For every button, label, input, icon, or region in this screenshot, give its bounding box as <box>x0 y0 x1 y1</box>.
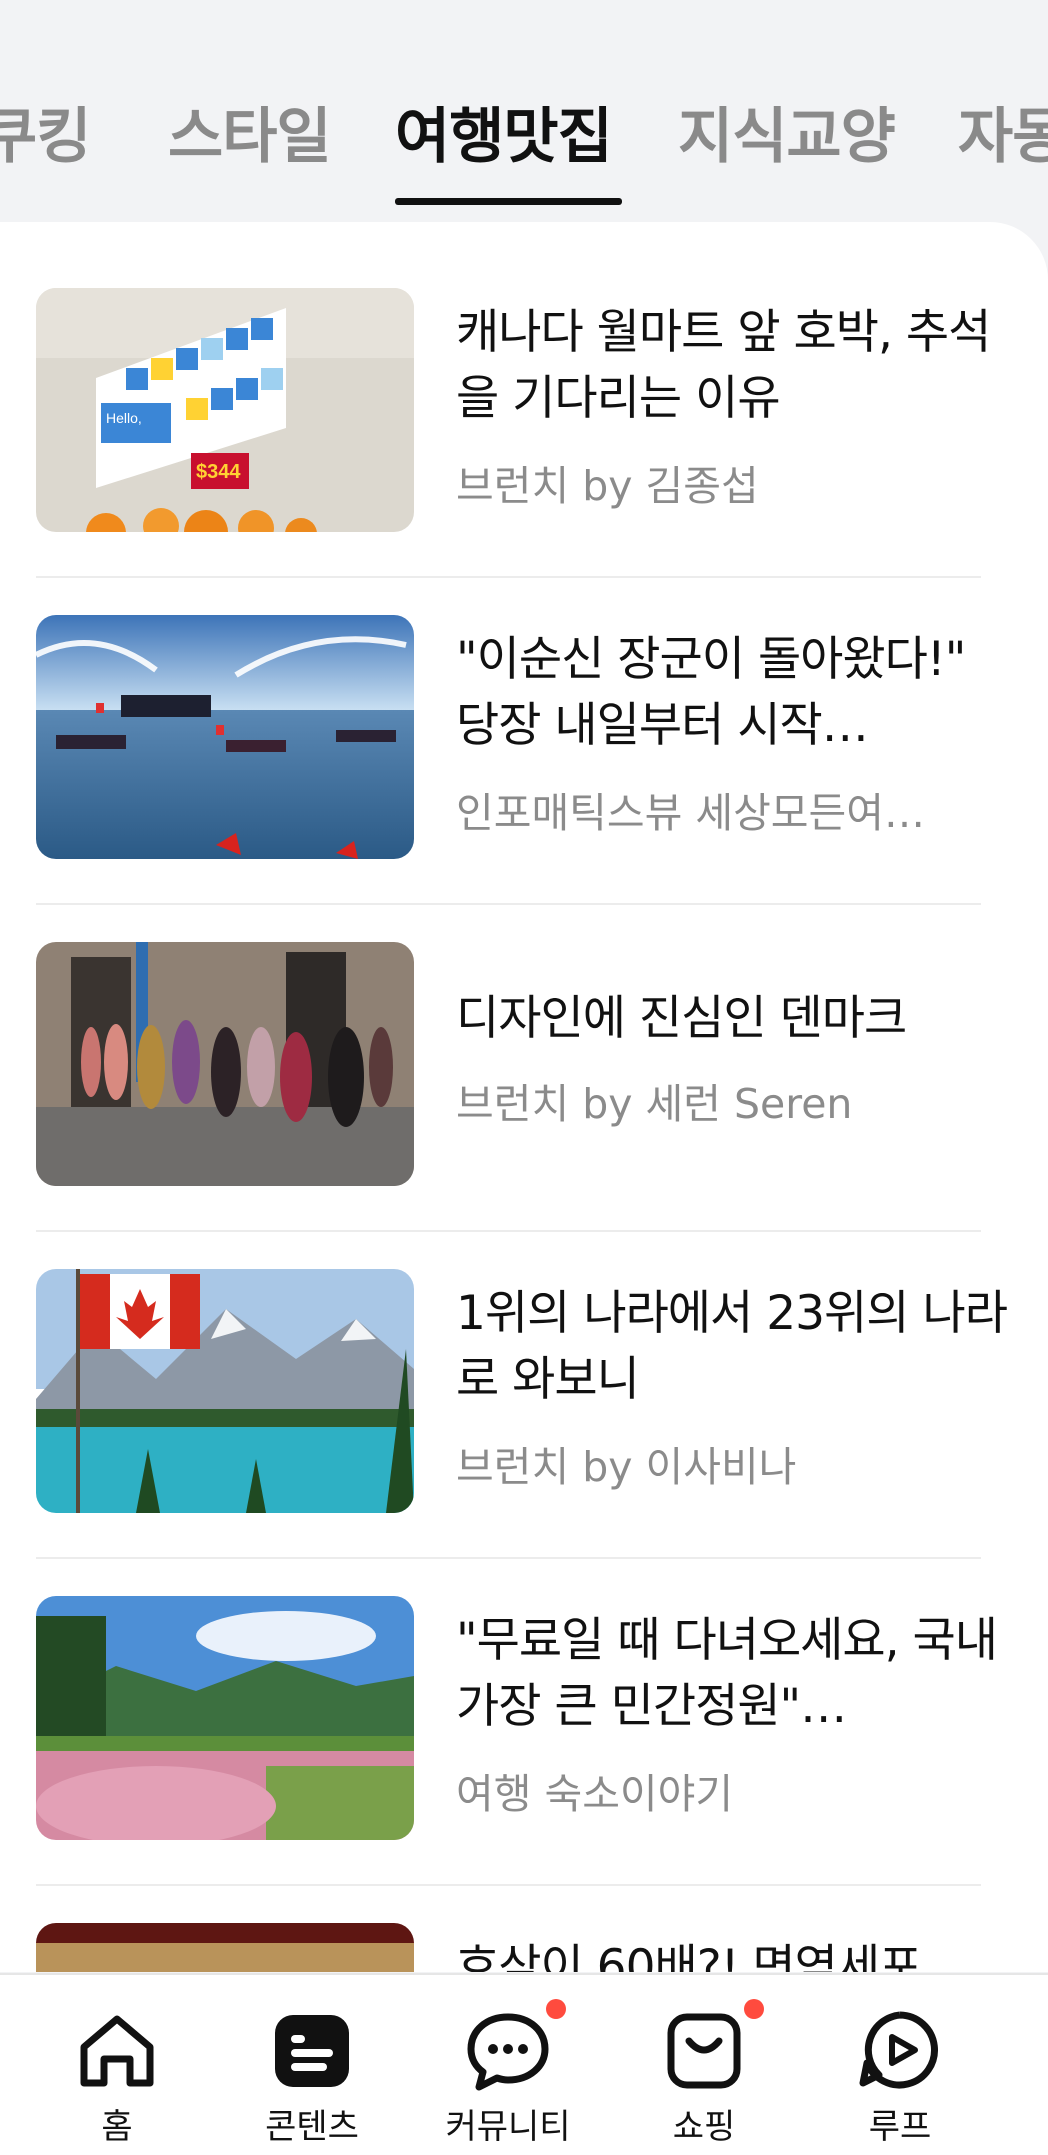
tab-style[interactable]: 스타일 <box>168 88 332 175</box>
article-source: 브런치 by 세런 Seren <box>456 1080 853 1128</box>
article-source: 인포매틱스뷰 세상모든여… <box>456 789 925 837</box>
article-title: "이순신 장군이 돌아왔다!" 당장 내일부터 시작… <box>456 632 966 753</box>
tab-knowledge[interactable]: 지식교양 <box>678 88 896 175</box>
nav-contents[interactable]: 콘텐츠 <box>212 1975 412 2155</box>
article-title: 디자인에 진심인 덴마크 <box>456 991 907 1046</box>
nav-loop[interactable]: 루프 <box>800 1975 1000 2155</box>
article-title: "무료일 때 다녀오세요, 국내 가장 큰 민간정원"… <box>456 1613 998 1734</box>
play-loop-icon <box>859 2011 938 2089</box>
article-source: 브런치 by 김종섭 <box>456 462 759 510</box>
article-item[interactable]: 호삼이 60배?! 면역세포… <box>36 1857 981 1972</box>
article-title: 1위의 나라에서 23위의 나라로 와보니 <box>456 1286 1008 1407</box>
article-title: 호삼이 60배?! 면역세포… <box>456 1940 968 1972</box>
article-item[interactable]: Hello, Surrey $344 캐나다 월마트 앞 호박, 추석을 기다리… <box>36 222 991 549</box>
nav-home[interactable]: 홈 <box>17 1975 217 2155</box>
article-item[interactable]: "무료일 때 다녀오세요, 국내 가장 큰 민간정원"… 여행 숙소이야기 <box>36 1530 998 1857</box>
nav-community[interactable]: 커뮤니티 <box>408 1975 608 2155</box>
tab-travel-food[interactable]: 여행맛집 <box>395 88 613 175</box>
contents-icon <box>275 2015 349 2087</box>
nav-label: 콘텐츠 <box>265 2107 359 2147</box>
article-title: 캐나다 월마트 앞 호박, 추석을 기다리는 이유 <box>456 305 991 426</box>
shopping-bag-icon <box>667 2013 741 2089</box>
article-item[interactable]: 디자인에 진심인 덴마크 브런치 by 세런 Seren <box>36 876 981 1203</box>
article-thumbnail <box>36 942 414 1186</box>
svg-text:Surrey: Surrey <box>121 440 162 456</box>
notification-dot <box>744 1999 764 2019</box>
home-icon <box>80 2015 154 2087</box>
nav-shopping[interactable]: 쇼핑 <box>604 1975 804 2155</box>
article-thumbnail <box>36 1269 414 1513</box>
category-tabs: 쿠킹 스타일 여행맛집 지식교양 자동 <box>0 0 1048 205</box>
active-tab-underline <box>395 198 622 205</box>
tab-cooking[interactable]: 쿠킹 <box>0 88 91 175</box>
article-thumbnail <box>36 1596 414 1840</box>
article-item[interactable]: 1위의 나라에서 23위의 나라로 와보니 브런치 by 이사비나 <box>36 1203 1008 1530</box>
bottom-navigation: 홈 콘텐츠 커뮤니티 쇼핑 루프 <box>0 1973 1048 2155</box>
nav-label: 커뮤니티 <box>445 2107 571 2147</box>
article-thumbnail: Hello, Surrey $344 <box>36 288 414 532</box>
nav-label: 쇼핑 <box>672 2107 736 2147</box>
article-source: 브런치 by 이사비나 <box>456 1443 797 1491</box>
article-thumbnail <box>36 1923 414 1972</box>
nav-label: 루프 <box>868 2107 932 2147</box>
article-item[interactable]: "이순신 장군이 돌아왔다!" 당장 내일부터 시작… 인포매틱스뷰 세상모든여… <box>36 549 981 876</box>
svg-text:$344: $344 <box>196 461 241 483</box>
article-source: 여행 숙소이야기 <box>456 1770 734 1818</box>
nav-label: 홈 <box>101 2107 133 2147</box>
thumb-sign-text: Hello, <box>106 410 142 426</box>
notification-dot <box>546 1999 566 2019</box>
chat-bubble-icon <box>467 2013 549 2091</box>
article-list: Hello, Surrey $344 캐나다 월마트 앞 호박, 추석을 기다리… <box>0 222 1048 1972</box>
tab-auto[interactable]: 자동 <box>958 88 1048 175</box>
article-thumbnail <box>36 615 414 859</box>
